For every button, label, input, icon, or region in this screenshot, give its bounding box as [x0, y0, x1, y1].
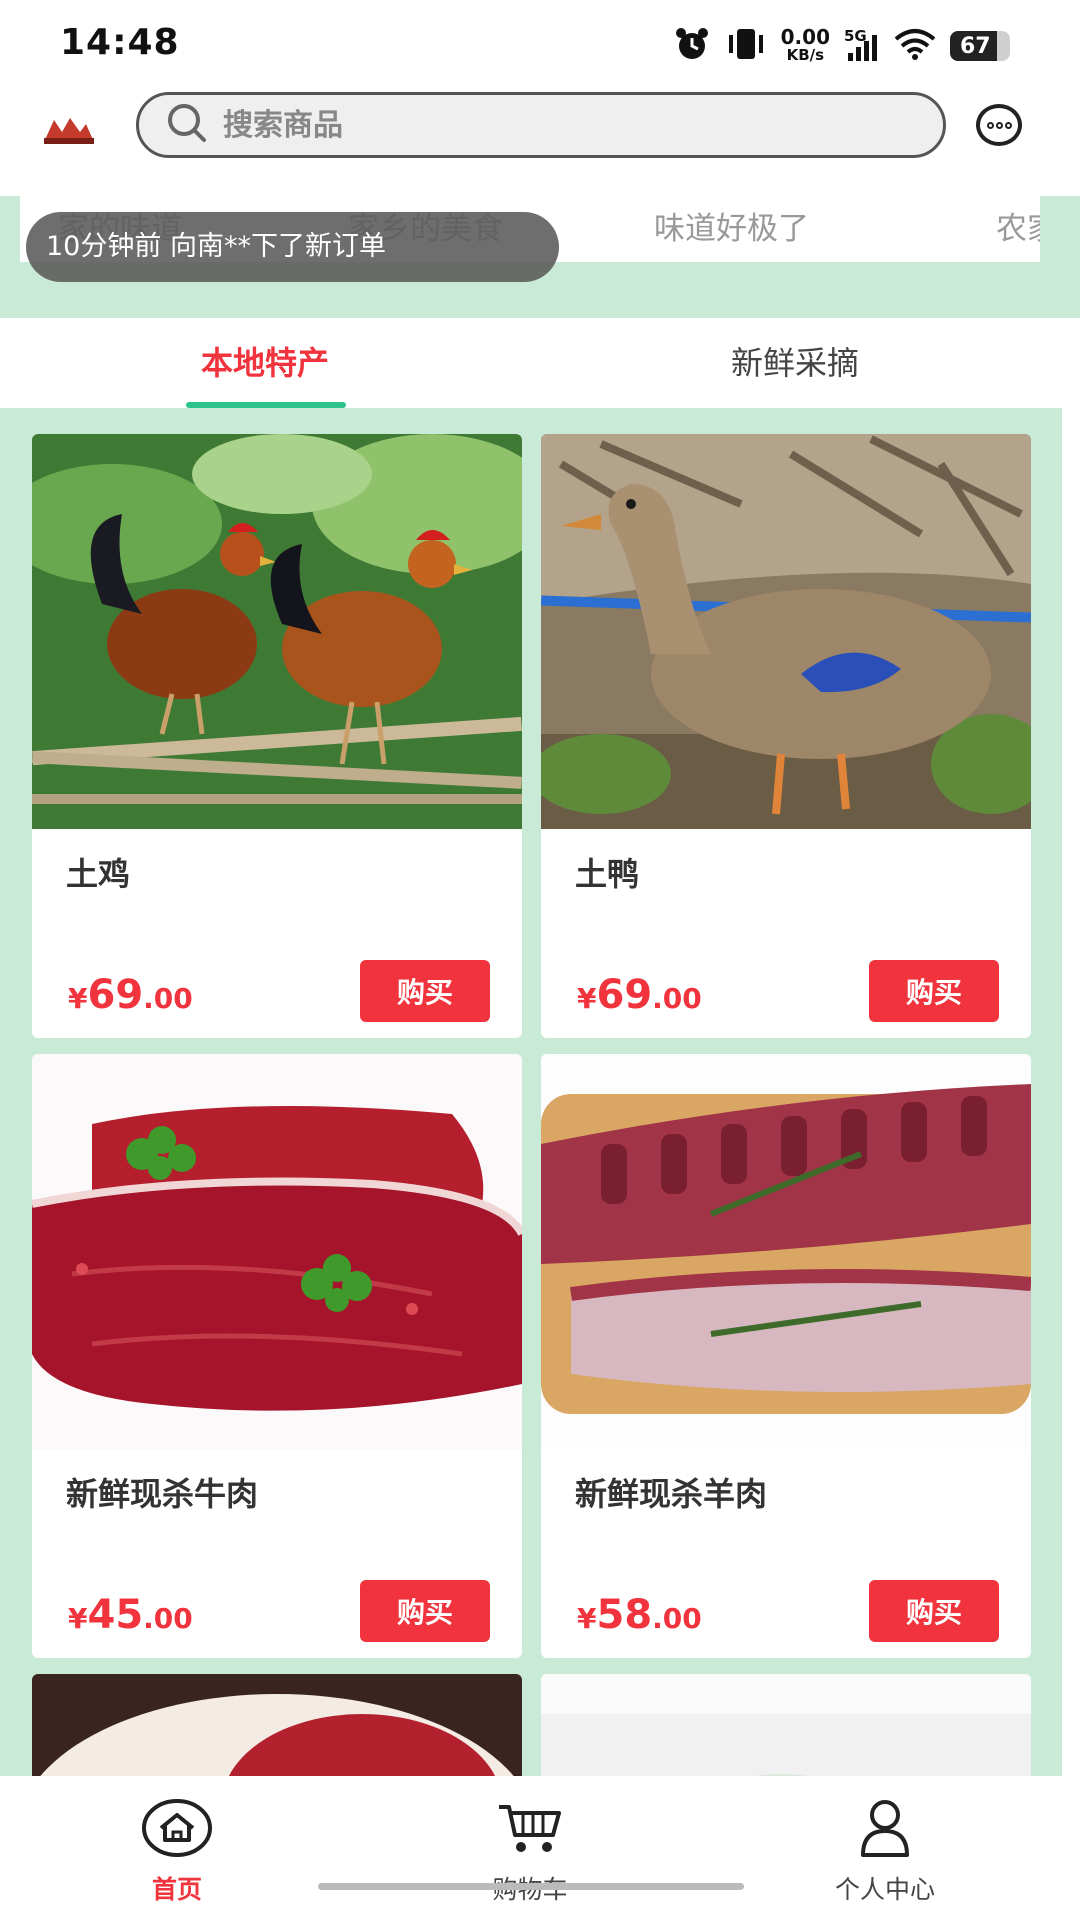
- user-icon: [785, 1786, 985, 1870]
- product-image-meat[interactable]: [32, 1674, 522, 1776]
- marquee-item[interactable]: 农家: [996, 196, 1040, 262]
- nav-home[interactable]: 首页: [77, 1786, 277, 1906]
- nav-profile[interactable]: 个人中心: [785, 1786, 985, 1906]
- header: [0, 92, 1080, 196]
- category-tabs: 本地特产 新鲜采摘: [0, 318, 1062, 408]
- more-dot-icon: [986, 121, 994, 129]
- order-notice: 10分钟前 向南**下了新订单: [26, 212, 559, 282]
- net-speed: 0.00 KB/s: [780, 25, 830, 64]
- app-logo: [40, 104, 98, 154]
- battery-level: 67: [960, 33, 991, 59]
- nav-profile-label: 个人中心: [834, 1875, 935, 1904]
- product-card[interactable]: [541, 1674, 1031, 1776]
- home-icon: [77, 1786, 277, 1870]
- product-image-duck[interactable]: [541, 434, 1031, 829]
- vibrate-icon: [725, 27, 767, 65]
- buy-button[interactable]: 购买: [360, 1580, 490, 1642]
- tab-local-specialty[interactable]: 本地特产: [150, 318, 380, 408]
- search-icon: [165, 101, 209, 149]
- product-image-rooster[interactable]: [32, 434, 522, 829]
- buy-button[interactable]: 购买: [869, 1580, 999, 1642]
- signal-icon: 5G: [844, 27, 880, 63]
- status-time: 14:48: [60, 22, 180, 63]
- product-price: ¥69.00: [577, 972, 702, 1018]
- product-card[interactable]: 土鸭 ¥69.00 购买: [541, 434, 1031, 1038]
- product-price: ¥45.00: [68, 1592, 193, 1638]
- product-image-beef[interactable]: [32, 1054, 522, 1449]
- product-card[interactable]: 新鲜现杀牛肉 ¥45.00 购买: [32, 1054, 522, 1658]
- product-card[interactable]: 土鸡 ¥69.00 购买: [32, 434, 522, 1038]
- buy-button[interactable]: 购买: [869, 960, 999, 1022]
- product-name: 土鸭: [575, 855, 640, 893]
- product-price: ¥69.00: [68, 972, 193, 1018]
- tab-fresh-picked[interactable]: 新鲜采摘: [680, 318, 910, 408]
- more-options-button[interactable]: [976, 104, 1022, 146]
- wifi-icon: [894, 27, 936, 65]
- alarm-icon: [673, 25, 711, 67]
- more-dot-icon: [1004, 121, 1012, 129]
- buy-button[interactable]: 购买: [360, 960, 490, 1022]
- search-input[interactable]: [223, 107, 843, 143]
- net-speed-value: 0.00: [780, 25, 830, 49]
- product-card[interactable]: [32, 1674, 522, 1776]
- product-name: 新鲜现杀羊肉: [575, 1475, 768, 1513]
- more-dot-icon: [995, 121, 1003, 129]
- status-icons: 0.00 KB/s 5G 67: [673, 24, 1010, 68]
- battery-icon: 67: [950, 31, 1010, 61]
- product-name: 土鸡: [66, 855, 131, 893]
- status-bar: 14:48 0.00 KB/s 5G 67: [0, 0, 1080, 92]
- nav-home-label: 首页: [151, 1875, 202, 1904]
- home-indicator: [318, 1883, 744, 1890]
- product-name: 新鲜现杀牛肉: [66, 1475, 259, 1513]
- bottom-nav: 首页 购物车 个人中心: [0, 1776, 1080, 1920]
- net-speed-unit: KB/s: [786, 46, 825, 64]
- product-card[interactable]: 新鲜现杀羊肉 ¥58.00 购买: [541, 1054, 1031, 1658]
- marquee-item[interactable]: 味道好极了: [654, 196, 809, 262]
- product-price: ¥58.00: [577, 1592, 702, 1638]
- search-box[interactable]: [136, 92, 946, 158]
- cart-icon: [430, 1786, 630, 1870]
- product-image-lamb[interactable]: [541, 1054, 1031, 1449]
- banner: 家的味道 家乡的美食 味道好极了 农家 10分钟前 向南**下了新订单: [0, 196, 1080, 318]
- product-image-partial[interactable]: [541, 1674, 1031, 1776]
- product-grid: 土鸡 ¥69.00 购买 土鸭 ¥69.00 购买 新鲜现杀牛肉 ¥45.00 …: [0, 408, 1062, 1776]
